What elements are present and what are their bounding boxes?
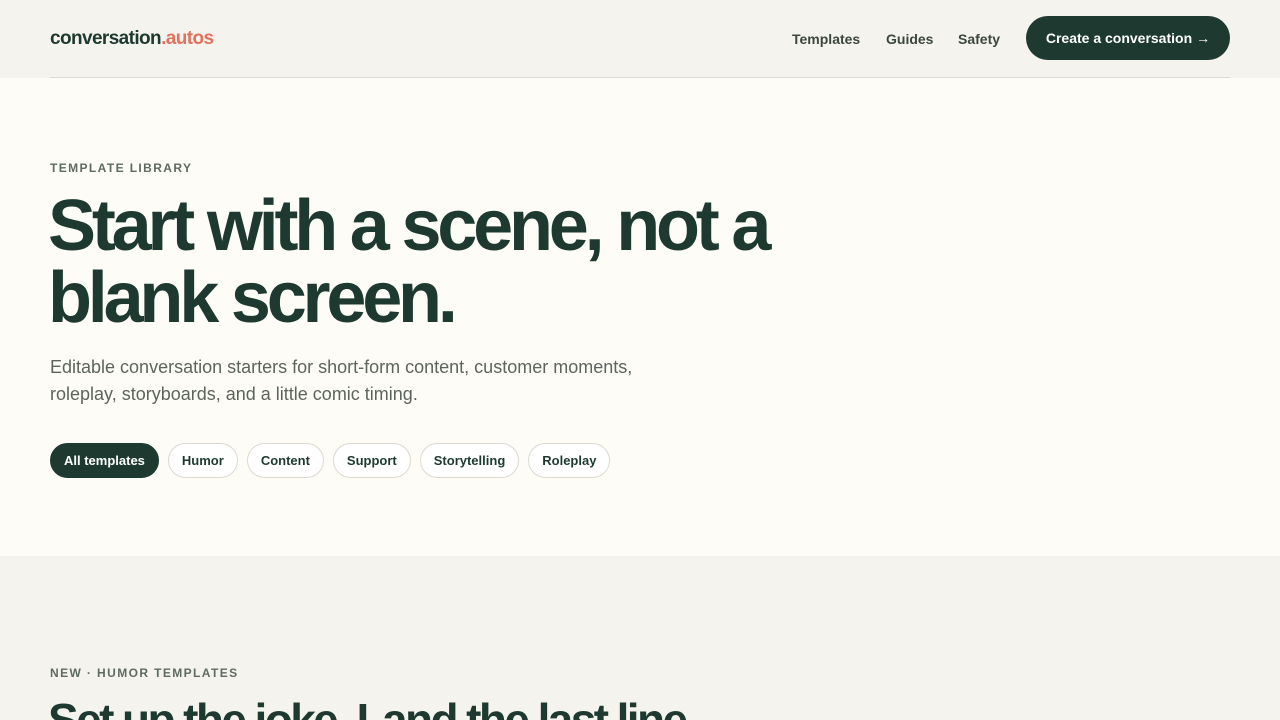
humor-section-eyebrow: NEW · HUMOR TEMPLATES (50, 666, 239, 680)
create-conversation-button[interactable]: Create a conversation → (1026, 16, 1230, 60)
hero-subtitle: Editable conversation starters for short… (50, 357, 633, 404)
filter-chip-support[interactable]: Support (332, 443, 411, 478)
logo-accent-text: .autos (161, 28, 214, 49)
hero-headline: Start with a scene, not a blank screen. (48, 186, 771, 338)
site-header: conversation.autos Templates Guides Safe… (0, 0, 1280, 78)
filter-chip-storytelling[interactable]: Storytelling (419, 443, 520, 478)
filter-chip-roleplay[interactable]: Roleplay (528, 443, 611, 478)
hero-eyebrow: TEMPLATE LIBRARY (50, 161, 193, 175)
nav-link-templates[interactable]: Templates (792, 31, 860, 47)
filter-chip-all-templates[interactable]: All templates (50, 443, 159, 478)
template-filter-chips: All templates Humor Content Support Stor… (50, 443, 611, 478)
humor-section-title: Set up the joke. Land the last line. (48, 694, 698, 720)
create-conversation-label: Create a conversation (1045, 30, 1193, 46)
nav-link-guides[interactable]: Guides (886, 31, 933, 47)
filter-chip-humor[interactable]: Humor (167, 443, 238, 478)
nav-link-safety[interactable]: Safety (958, 31, 1000, 47)
site-logo[interactable]: conversation.autos (50, 28, 214, 50)
hero-section: TEMPLATE LIBRARY Start with a scene, not… (0, 78, 1280, 556)
logo-main-text: conversation (50, 28, 162, 49)
filter-chip-content[interactable]: Content (246, 443, 324, 478)
arrow-right-icon: → (1196, 30, 1211, 46)
humor-templates-section: NEW · HUMOR TEMPLATES Set up the joke. L… (0, 556, 1280, 720)
